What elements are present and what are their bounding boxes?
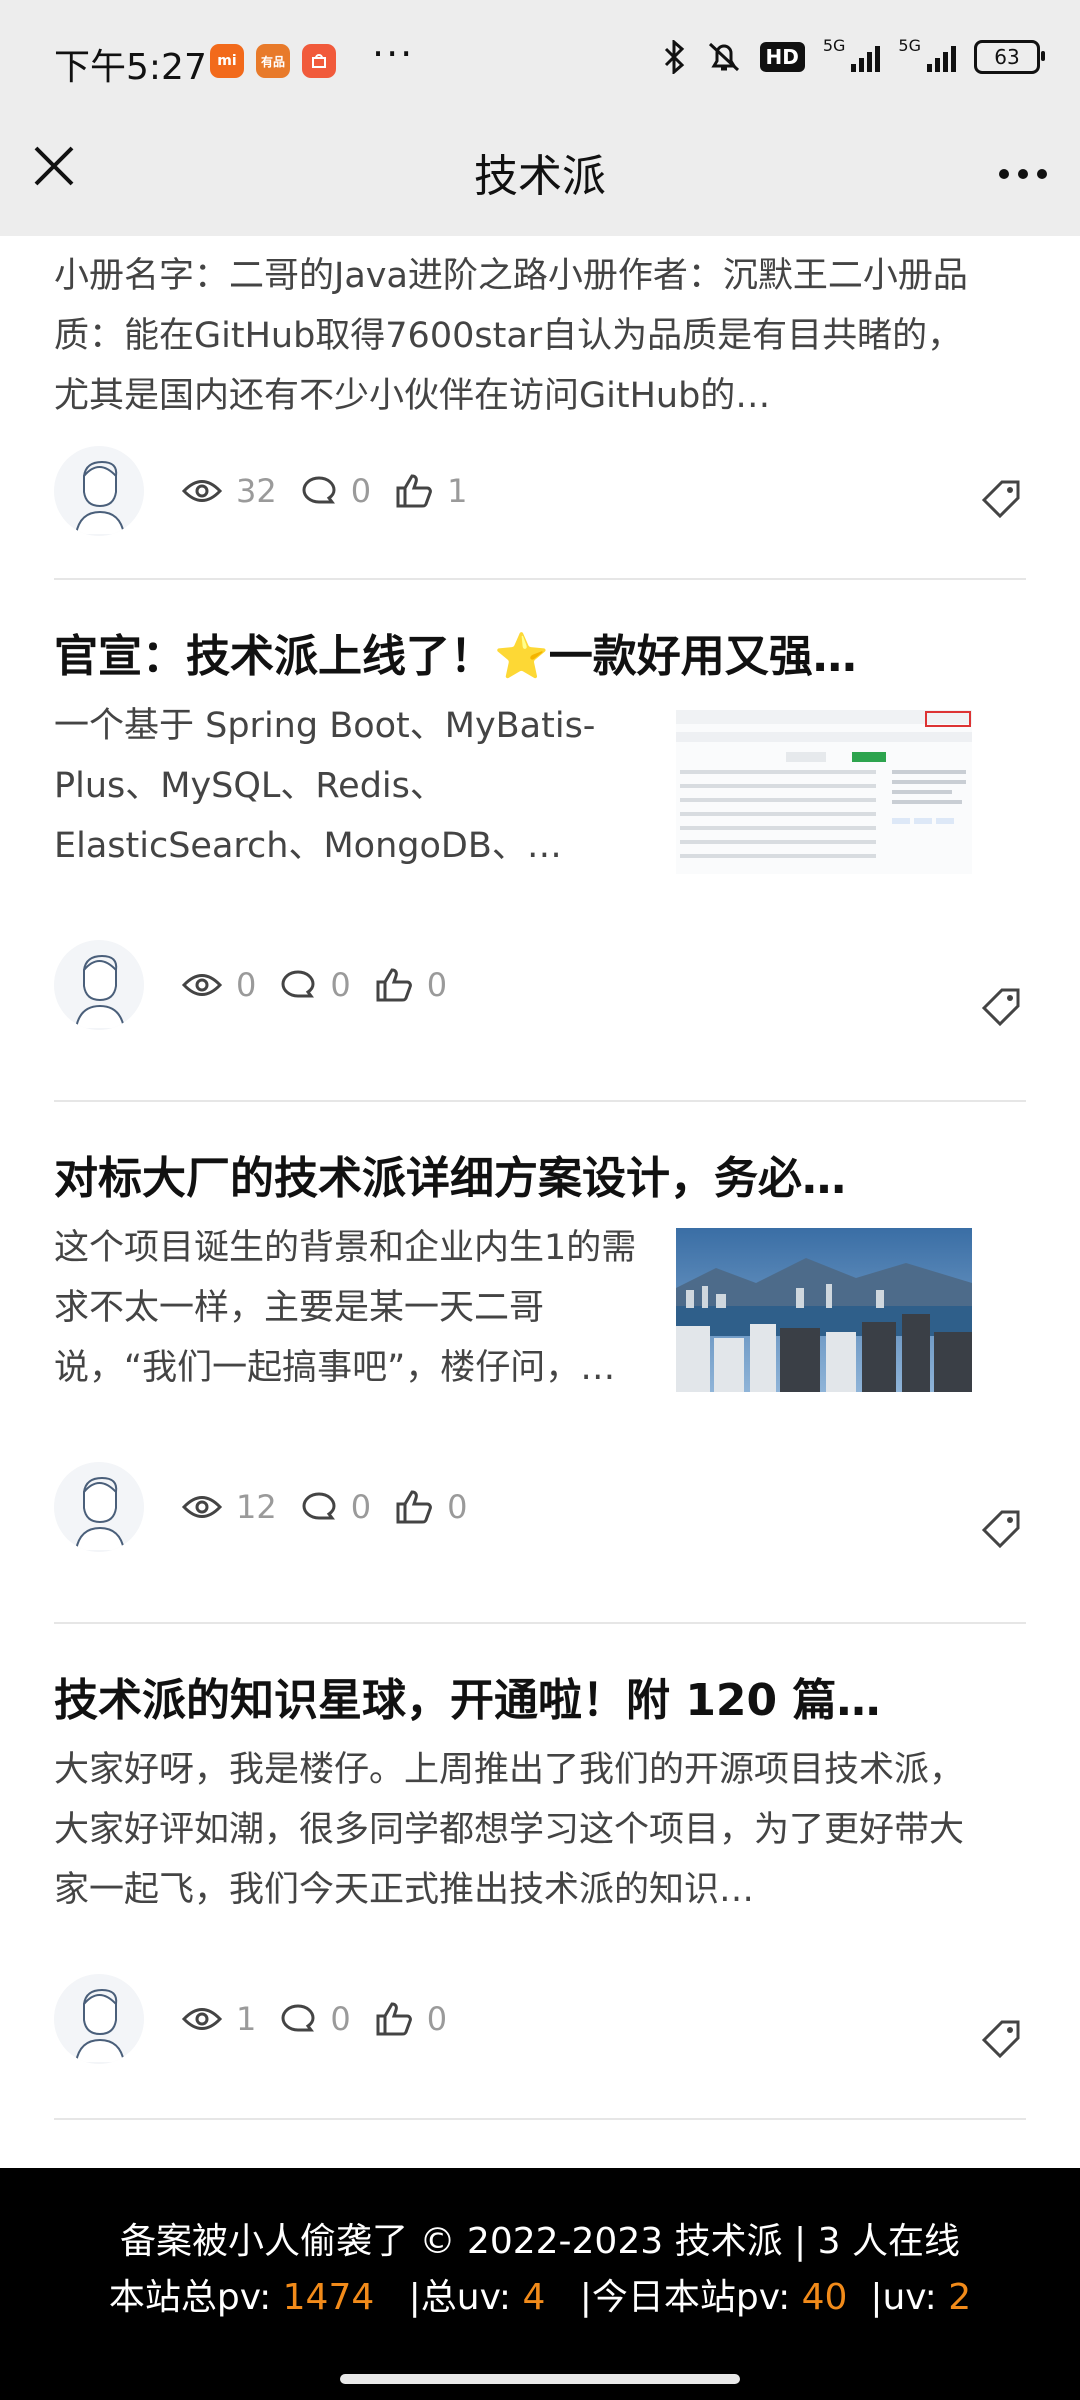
thumbs-up-icon xyxy=(396,1490,432,1524)
comment-icon xyxy=(281,2004,315,2032)
article-meta: 12 0 0 xyxy=(54,1462,491,1552)
like-count-value: 0 xyxy=(426,2000,448,2038)
like-count-value: 1 xyxy=(447,472,468,510)
total-uv-label: 总uv: xyxy=(420,2277,523,2318)
eye-icon xyxy=(182,2008,222,2030)
article-list: 小册名字：二哥的Java进阶之路小册作者：沉默王二小册品质：能在GitHub取得… xyxy=(0,236,1080,2120)
comment-count: 0 xyxy=(280,2000,351,2038)
article-title[interactable]: 技术派的知识星球，开通啦！附 120 篇… xyxy=(54,1664,954,1728)
today-pv-value: 40 xyxy=(801,2277,848,2318)
view-count-value: 1 xyxy=(236,2000,257,2038)
hd-voice-icon: HD xyxy=(759,42,805,72)
comment-icon xyxy=(302,476,336,504)
tag-icon[interactable] xyxy=(980,476,1024,520)
network-type-1: 5G xyxy=(822,35,846,55)
footer-copyright: 备案被小人偷袭了 © 2022-2023 技术派 | 3 人在线 xyxy=(120,2221,960,2262)
view-count: 0 xyxy=(182,966,256,1004)
article-meta: 32 0 1 xyxy=(54,446,491,536)
article-thumbnail[interactable] xyxy=(676,1228,972,1392)
avatar[interactable] xyxy=(54,1974,144,2064)
stats-separator: | xyxy=(408,2277,421,2318)
view-count: 1 xyxy=(182,2000,256,2038)
comment-count-value: 0 xyxy=(350,472,372,510)
article-thumbnail[interactable] xyxy=(676,710,972,874)
status-indicators: HD 5G 5G 63 xyxy=(662,36,1045,74)
battery-level: 63 xyxy=(994,45,1020,69)
like-count[interactable]: 0 xyxy=(395,1488,467,1526)
like-count[interactable]: 1 xyxy=(395,472,467,510)
like-count-value: 0 xyxy=(447,1488,468,1526)
view-count: 32 xyxy=(182,472,277,510)
stats-separator: | xyxy=(579,2277,592,2318)
total-uv-value: 4 xyxy=(522,2277,546,2318)
comment-icon xyxy=(302,1492,336,1520)
mi-app-icon: mi xyxy=(210,44,244,78)
mall-app-icon xyxy=(302,44,336,78)
article-desc: 一个基于 Spring Boot、MyBatis-Plus、MySQL、Redi… xyxy=(54,706,596,866)
view-count-value: 12 xyxy=(236,1488,277,1526)
view-count-value: 32 xyxy=(236,472,277,510)
today-uv-label: uv: xyxy=(882,2277,949,2318)
site-footer: 备案被小人偷袭了 © 2022-2023 技术派 | 3 人在线 本站总pv: … xyxy=(0,2168,1080,2400)
article-card[interactable]: 小册名字：二哥的Java进阶之路小册作者：沉默王二小册品质：能在GitHub取得… xyxy=(54,236,1026,580)
avatar[interactable] xyxy=(54,1462,144,1552)
thumbs-up-icon xyxy=(376,2002,412,2036)
view-count-value: 0 xyxy=(236,966,257,1004)
article-title[interactable]: 官宣：技术派上线了！⭐一款好用又强… xyxy=(54,620,954,684)
tag-icon[interactable] xyxy=(980,1506,1024,1550)
view-count: 12 xyxy=(182,1488,277,1526)
comment-count: 0 xyxy=(301,1488,371,1526)
comment-count: 0 xyxy=(301,472,371,510)
today-pv-label: 今日本站pv: xyxy=(591,2277,802,2318)
article-desc: 小册名字：二哥的Java进阶之路小册作者：沉默王二小册品质：能在GitHub取得… xyxy=(54,256,968,416)
total-pv-label: 本站总pv: xyxy=(108,2277,283,2318)
avatar[interactable] xyxy=(54,446,144,536)
eye-icon xyxy=(182,1496,222,1518)
article-meta: 1 0 0 xyxy=(54,1974,471,2064)
signal-2-icon xyxy=(927,42,956,72)
like-count[interactable]: 0 xyxy=(375,966,447,1004)
comment-count: 0 xyxy=(280,966,351,1004)
footer-stats: 本站总pv: 1474 |总uv: 4 |今日本站pv: 40 |uv: 2 xyxy=(0,2268,1080,2320)
eye-icon xyxy=(182,974,222,996)
like-count[interactable]: 0 xyxy=(375,2000,447,2038)
signal-1-icon xyxy=(851,42,881,72)
article-meta: 0 0 0 xyxy=(54,940,471,1030)
like-count-value: 0 xyxy=(426,966,448,1004)
page-title: 技术派 xyxy=(474,151,606,202)
home-indicator[interactable] xyxy=(340,2374,740,2384)
status-bar: 下午5:27 mi 有品 ··· HD 5G 5G 63 xyxy=(0,0,1080,126)
title-bar: 技术派 xyxy=(0,126,1080,236)
tag-icon[interactable] xyxy=(980,984,1024,1028)
network-type-2: 5G xyxy=(898,35,921,55)
stats-separator: | xyxy=(870,2277,883,2318)
youpin-app-icon: 有品 xyxy=(256,44,290,78)
eye-icon xyxy=(182,480,222,502)
comment-count-value: 0 xyxy=(350,1488,372,1526)
tag-icon[interactable] xyxy=(980,2016,1024,2060)
article-card[interactable]: 技术派的知识星球，开通啦！附 120 篇… 大家好呀，我是楼仔。上周推出了我们的… xyxy=(54,1624,1026,2120)
article-card[interactable]: 对标大厂的技术派详细方案设计，务必… 这个项目诞生的背景和企业内生1的需求不太一… xyxy=(54,1102,1026,1624)
battery-icon: 63 xyxy=(974,40,1045,74)
comment-icon xyxy=(281,970,315,998)
article-card[interactable]: 官宣：技术派上线了！⭐一款好用又强… 一个基于 Spring Boot、MyBa… xyxy=(54,580,1026,1102)
more-options-icon[interactable] xyxy=(998,136,1048,192)
comment-count-value: 0 xyxy=(330,966,351,1004)
status-app-icons: mi 有品 xyxy=(210,44,336,78)
mute-icon xyxy=(708,42,739,72)
comment-count-value: 0 xyxy=(330,2000,351,2038)
article-title[interactable]: 对标大厂的技术派详细方案设计，务必… xyxy=(54,1142,954,1206)
status-more-icon: ··· xyxy=(372,32,415,76)
today-uv-value: 2 xyxy=(948,2277,972,2318)
bluetooth-icon xyxy=(664,40,684,74)
avatar[interactable] xyxy=(54,940,144,1030)
article-desc: 大家好呀，我是楼仔。上周推出了我们的开源项目技术派，大家好评如潮，很多同学都想学… xyxy=(54,1750,965,1910)
article-desc: 这个项目诞生的背景和企业内生1的需求不太一样，主要是某一天二哥说，“我们一起搞事… xyxy=(54,1228,637,1388)
thumbs-up-icon xyxy=(376,968,412,1002)
thumbs-up-icon xyxy=(396,474,432,508)
total-pv-value: 1474 xyxy=(282,2277,375,2318)
status-time: 下午5:27 xyxy=(54,47,207,88)
